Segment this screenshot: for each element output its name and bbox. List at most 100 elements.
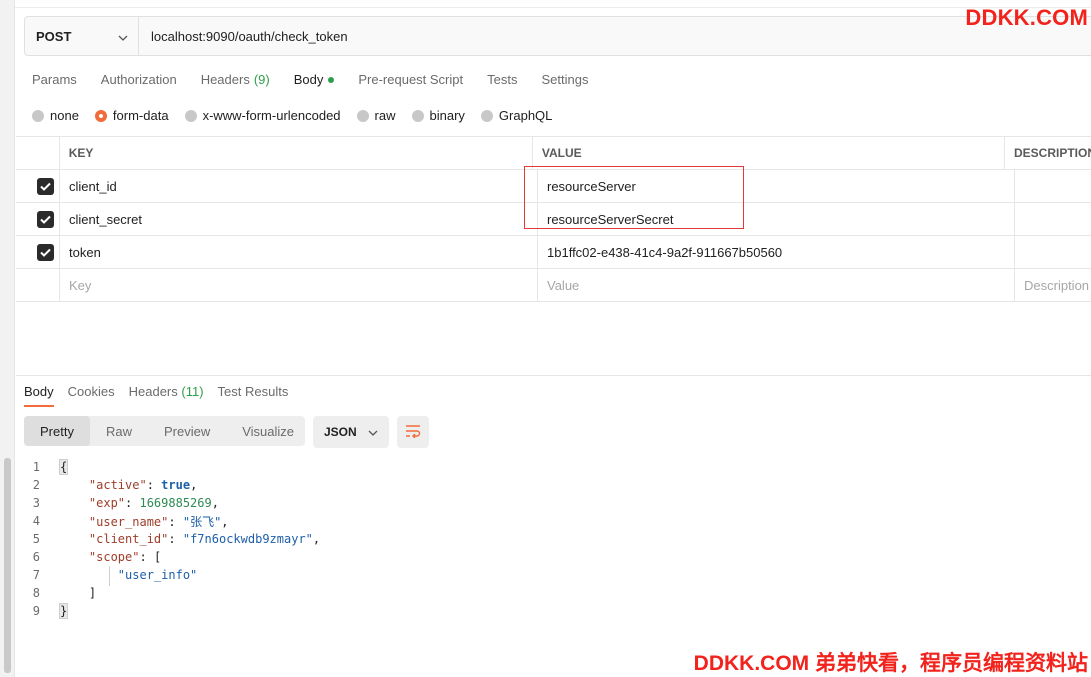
response-headers-count: (11) — [181, 384, 204, 399]
request-url-bar: POST localhost:9090/oauth/check_token — [24, 16, 1091, 56]
view-preview-button[interactable]: Preview — [148, 416, 226, 446]
body-type-urlencoded[interactable]: x-www-form-urlencoded — [184, 108, 341, 123]
line-number: 6 — [32, 550, 40, 564]
radio-icon — [356, 109, 369, 122]
row-key-cell[interactable]: client_id — [60, 170, 538, 202]
response-tab-test-results[interactable]: Test Results — [218, 384, 289, 407]
row-key-cell[interactable]: token — [60, 236, 538, 268]
radio-icon — [32, 109, 44, 122]
method-label: POST — [36, 28, 72, 44]
body-type-graphql[interactable]: GraphQL — [480, 108, 553, 123]
body-type-none[interactable]: none — [32, 108, 79, 123]
line-number: 2 — [32, 478, 40, 492]
json-value: "张飞" — [182, 514, 222, 529]
json-value: true — [161, 478, 191, 492]
body-type-raw[interactable]: raw — [356, 108, 396, 123]
tab-headers[interactable]: Headers (9) — [201, 72, 270, 87]
response-body-code: 1{ 2 "active": true, 3 "exp": 1669885269… — [24, 458, 320, 620]
radio-icon — [411, 109, 424, 122]
row-key-cell[interactable]: client_secret — [60, 203, 538, 235]
indent-guide — [109, 566, 110, 586]
json-value: 1669885269 — [139, 496, 212, 510]
response-headers-label: Headers — [128, 384, 178, 399]
tab-params[interactable]: Params — [32, 72, 77, 87]
view-pretty-button[interactable]: Pretty — [24, 416, 90, 446]
json-bracket: [ — [153, 550, 162, 564]
table-row: token 1b1ffc02-e438-41c4-9a2f-911667b505… — [16, 236, 1091, 269]
body-indicator-dot — [328, 76, 335, 83]
json-value: "f7n6ockwdb9zmayr" — [182, 532, 313, 546]
tab-body-label: Body — [293, 72, 324, 87]
value-placeholder-input[interactable]: Value — [538, 269, 1015, 301]
code-line: 9} — [24, 602, 320, 620]
row-description-cell[interactable] — [1015, 236, 1091, 268]
row-description-cell[interactable] — [1015, 170, 1091, 202]
body-type-binary[interactable]: binary — [411, 108, 465, 123]
radio-icon — [184, 109, 197, 122]
checkbox-checked-icon[interactable] — [37, 243, 54, 261]
line-number: 8 — [32, 586, 40, 600]
tab-settings[interactable]: Settings — [541, 72, 588, 87]
response-tab-cookies[interactable]: Cookies — [68, 384, 115, 407]
json-key: "active" — [88, 478, 147, 492]
row-check-cell — [16, 269, 60, 301]
tab-authorization[interactable]: Authorization — [101, 72, 177, 87]
key-placeholder-input[interactable]: Key — [60, 269, 538, 301]
tab-body[interactable]: Body — [294, 72, 335, 87]
chevron-down-icon — [368, 425, 378, 439]
response-tab-body[interactable]: Body — [24, 384, 54, 407]
code-line: 7 "user_info" — [24, 566, 320, 584]
code-line: 5 "client_id": "f7n6ockwdb9zmayr", — [24, 530, 320, 548]
line-number: 9 — [32, 604, 40, 618]
tab-tests-label: Tests — [487, 72, 518, 87]
format-select[interactable]: JSON — [313, 416, 389, 448]
tab-tests[interactable]: Tests — [487, 72, 517, 87]
top-divider — [15, 0, 1091, 8]
view-visualize-button[interactable]: Visualize — [226, 416, 310, 446]
wrap-lines-button[interactable] — [397, 416, 429, 448]
response-tab-headers[interactable]: Headers (11) — [129, 384, 204, 407]
row-value-cell[interactable]: 1b1ffc02-e438-41c4-9a2f-911667b50560 — [538, 236, 1015, 268]
code-line: 6 "scope": [ — [24, 548, 320, 566]
body-type-none-label: none — [50, 108, 79, 123]
json-value: "user_info" — [117, 568, 198, 582]
body-type-binary-label: binary — [429, 108, 465, 123]
column-header-key: KEY — [60, 137, 533, 169]
method-select[interactable]: POST — [25, 17, 139, 55]
column-header-description: DESCRIPTION — [1013, 146, 1091, 160]
table-row-empty: Key Value Description — [16, 269, 1091, 302]
tab-settings-label: Settings — [541, 72, 589, 87]
header-check-cell — [16, 137, 60, 169]
line-number: 4 — [32, 514, 40, 528]
tab-pre-request-label: Pre-request Script — [358, 72, 464, 87]
body-type-form-data[interactable]: form-data — [94, 108, 169, 123]
url-input[interactable]: localhost:9090/oauth/check_token — [139, 29, 348, 44]
body-type-form-data-label: form-data — [112, 108, 169, 123]
body-type-raw-label: raw — [374, 108, 396, 123]
row-description-cell[interactable] — [1015, 203, 1091, 235]
checkbox-checked-icon[interactable] — [37, 177, 54, 195]
response-divider — [16, 375, 1091, 376]
view-raw-button[interactable]: Raw — [90, 416, 148, 446]
line-number: 7 — [32, 568, 40, 582]
left-scrollbar[interactable] — [4, 458, 11, 673]
row-check-cell — [16, 203, 60, 235]
watermark-top: DDKK.COM — [965, 5, 1088, 30]
response-tabs: Body Cookies Headers (11) Test Results — [24, 384, 302, 407]
code-line: 8 ] — [24, 584, 320, 602]
json-bracket: ] — [88, 586, 97, 600]
line-number: 3 — [32, 496, 40, 510]
description-placeholder-input[interactable]: Description — [1015, 269, 1091, 301]
body-type-graphql-label: GraphQL — [498, 108, 553, 123]
code-line: 4 "user_name": "张飞", — [24, 512, 320, 530]
json-key: "exp" — [88, 496, 126, 510]
radio-icon — [480, 109, 493, 122]
body-type-options: none form-data x-www-form-urlencoded raw… — [32, 108, 568, 123]
highlight-annotation-box — [524, 166, 744, 229]
code-line: 3 "exp": 1669885269, — [24, 494, 320, 512]
left-panel-strip — [0, 0, 15, 677]
json-key: "client_id" — [88, 532, 169, 546]
tab-pre-request-script[interactable]: Pre-request Script — [358, 72, 463, 87]
body-type-urlencoded-label: x-www-form-urlencoded — [202, 108, 341, 123]
checkbox-checked-icon[interactable] — [37, 210, 54, 228]
